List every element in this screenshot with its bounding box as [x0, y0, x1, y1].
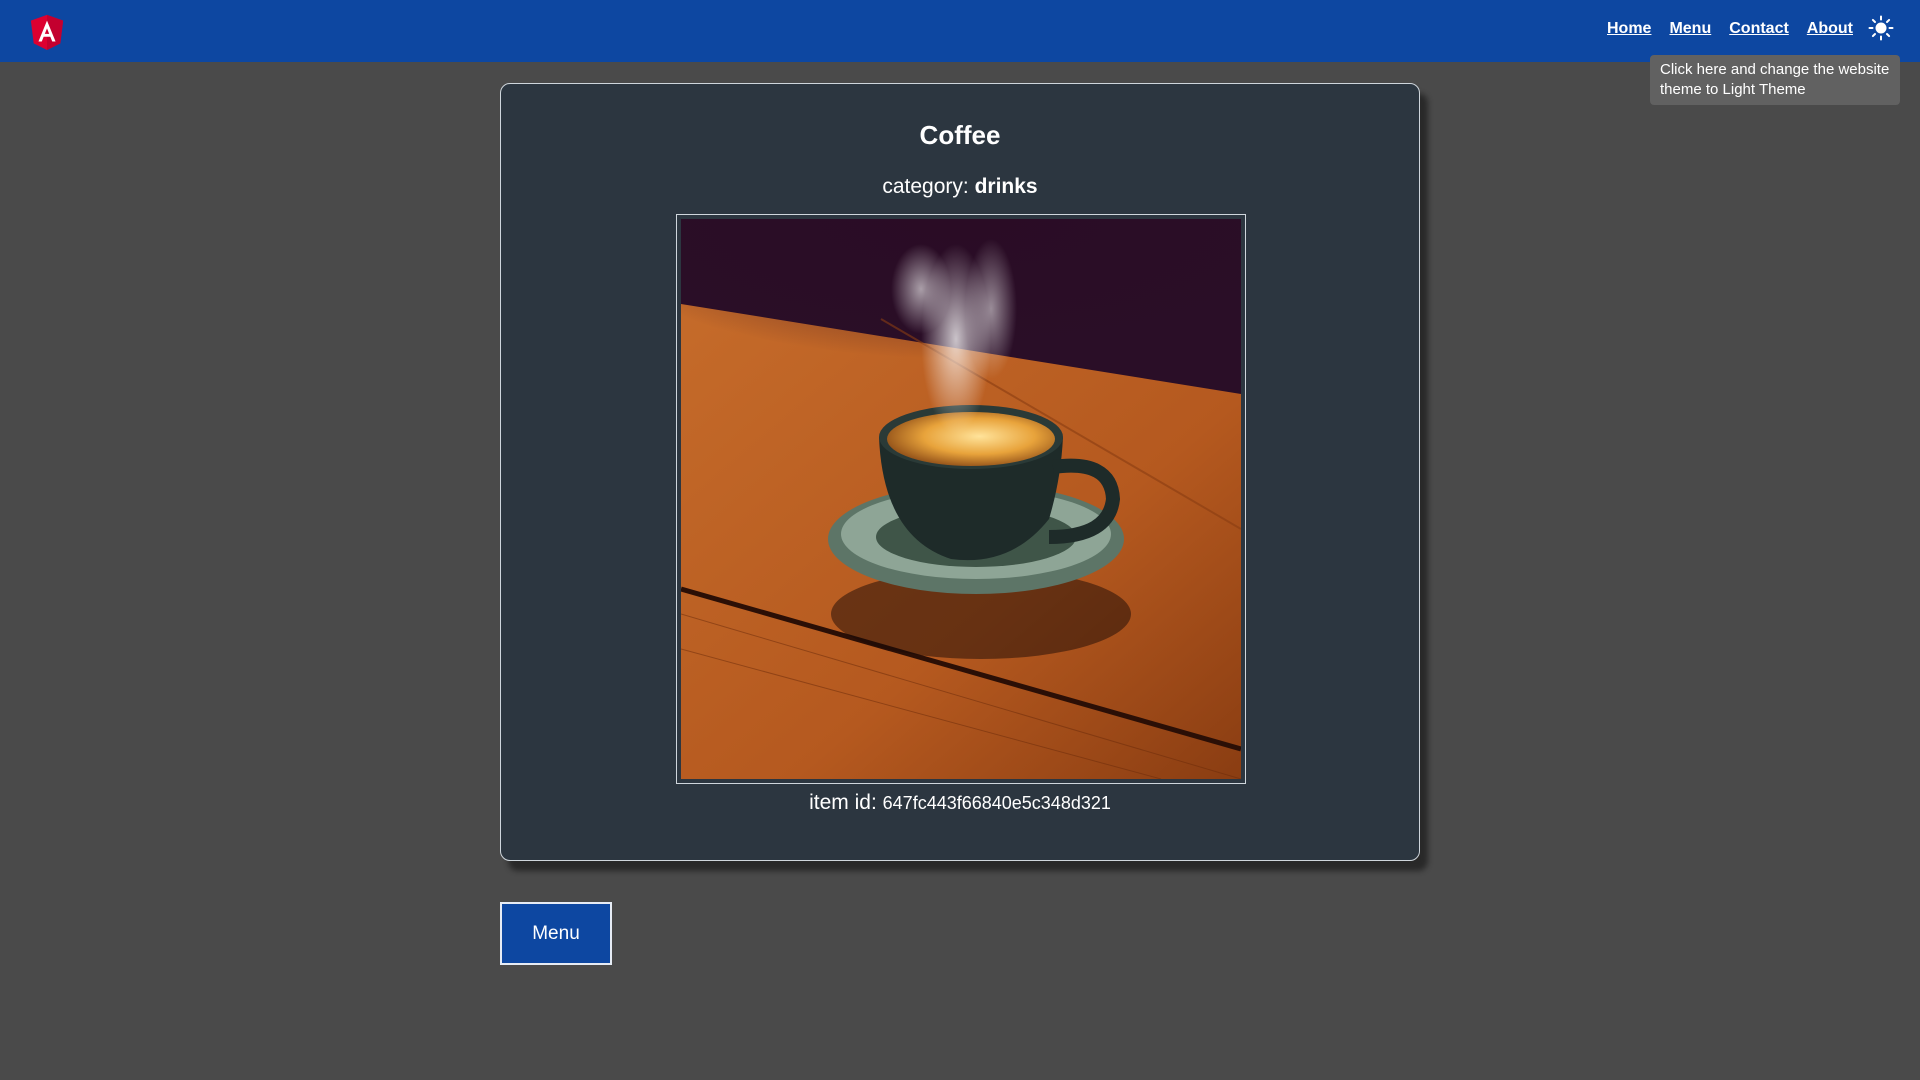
item-image-frame — [676, 214, 1246, 784]
item-id-value: 647fc443f66840e5c348d321 — [882, 793, 1111, 813]
nav-link-contact[interactable]: Contact — [1729, 20, 1789, 38]
coffee-photo — [681, 219, 1241, 779]
category-value: drinks — [974, 175, 1038, 198]
item-category: category: drinks — [501, 175, 1419, 199]
menu-button[interactable]: Menu — [500, 902, 612, 965]
item-id-label: item id: — [809, 791, 877, 814]
nav-link-about[interactable]: About — [1807, 20, 1853, 38]
sun-icon[interactable] — [1868, 15, 1894, 41]
category-label: category: — [882, 175, 969, 198]
item-card: Coffee category: drinks item id: 647fc44… — [500, 83, 1420, 861]
item-image — [681, 219, 1241, 779]
main-nav: Home Menu Contact About — [1607, 20, 1853, 38]
nav-link-home[interactable]: Home — [1607, 20, 1651, 38]
theme-tooltip: Click here and change the website theme … — [1650, 55, 1900, 105]
nav-link-menu[interactable]: Menu — [1669, 20, 1711, 38]
angular-logo[interactable] — [28, 13, 66, 51]
top-navigation-bar: Home Menu Contact About — [0, 0, 1920, 62]
item-title: Coffee — [919, 120, 1001, 150]
item-id: item id: 647fc443f66840e5c348d321 — [501, 791, 1419, 815]
